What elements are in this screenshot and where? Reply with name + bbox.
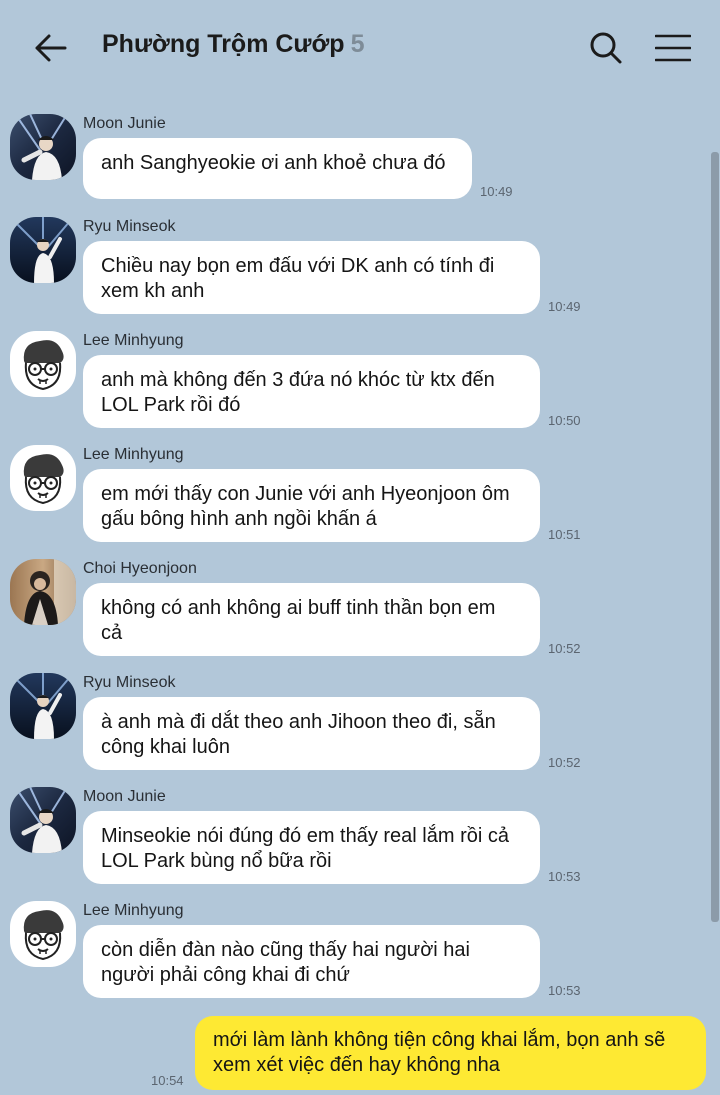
message-time: 10:51 <box>548 527 581 542</box>
sender-name: Choi Hyeonjoon <box>83 560 197 577</box>
message-time: 10:50 <box>548 413 581 428</box>
avatar-lee-minhyung[interactable] <box>10 331 76 397</box>
message-time: 10:49 <box>480 184 513 199</box>
message-bubble[interactable]: còn diễn đàn nào cũng thấy hai người hai… <box>83 925 540 998</box>
avatar-choi-hyeonjoon[interactable] <box>10 559 76 625</box>
message-bubble[interactable]: à anh mà đi dắt theo anh Jihoon theo đi,… <box>83 697 540 770</box>
search-button[interactable] <box>584 26 628 70</box>
search-icon <box>590 32 622 64</box>
my-message-time: 10:54 <box>151 1073 184 1088</box>
sender-name: Lee Minhyung <box>83 446 184 463</box>
member-count: 5 <box>350 30 365 58</box>
message-bubble[interactable]: Chiều nay bọn em đấu với DK anh có tính … <box>83 241 540 314</box>
hamburger-menu-icon <box>655 34 691 62</box>
avatar-ryu-minseok[interactable] <box>10 673 76 739</box>
sender-name: Lee Minhyung <box>83 902 184 919</box>
message-bubble[interactable]: Minseokie nói đúng đó em thấy real lắm r… <box>83 811 540 884</box>
avatar-lee-minhyung[interactable] <box>10 901 76 967</box>
chat-scrollbar[interactable] <box>711 152 719 922</box>
message-bubble[interactable]: anh Sanghyeokie ơi anh khoẻ chưa đó <box>83 138 472 199</box>
arrow-left-icon <box>35 34 67 62</box>
sender-name: Moon Junie <box>83 788 166 805</box>
chat-room-name: Phường Trộm Cướp <box>102 30 345 58</box>
avatar-moon-junie[interactable] <box>10 114 76 180</box>
message-time: 10:52 <box>548 641 581 656</box>
message-time: 10:53 <box>548 869 581 884</box>
sender-name: Ryu Minseok <box>83 674 176 691</box>
avatar-ryu-minseok[interactable] <box>10 217 76 283</box>
menu-button[interactable] <box>650 26 696 70</box>
avatar-lee-minhyung[interactable] <box>10 445 76 511</box>
back-button[interactable] <box>30 28 70 68</box>
message-bubble[interactable]: không có anh không ai buff tinh thần bọn… <box>83 583 540 656</box>
sender-name: Lee Minhyung <box>83 332 184 349</box>
message-time: 10:53 <box>548 983 581 998</box>
sender-name: Ryu Minseok <box>83 218 176 235</box>
my-message-bubble[interactable]: mới làm lành không tiện công khai lắm, b… <box>195 1016 706 1090</box>
message-time: 10:49 <box>548 299 581 314</box>
avatar-moon-junie[interactable] <box>10 787 76 853</box>
message-bubble[interactable]: em mới thấy con Junie với anh Hyeonjoon … <box>83 469 540 542</box>
page-title: Phường Trộm Cướp 5 <box>102 30 364 59</box>
message-time: 10:52 <box>548 755 581 770</box>
sender-name: Moon Junie <box>83 115 166 132</box>
message-bubble[interactable]: anh mà không đến 3 đứa nó khóc từ ktx đế… <box>83 355 540 428</box>
chat-header: Phường Trộm Cướp 5 <box>0 0 720 96</box>
